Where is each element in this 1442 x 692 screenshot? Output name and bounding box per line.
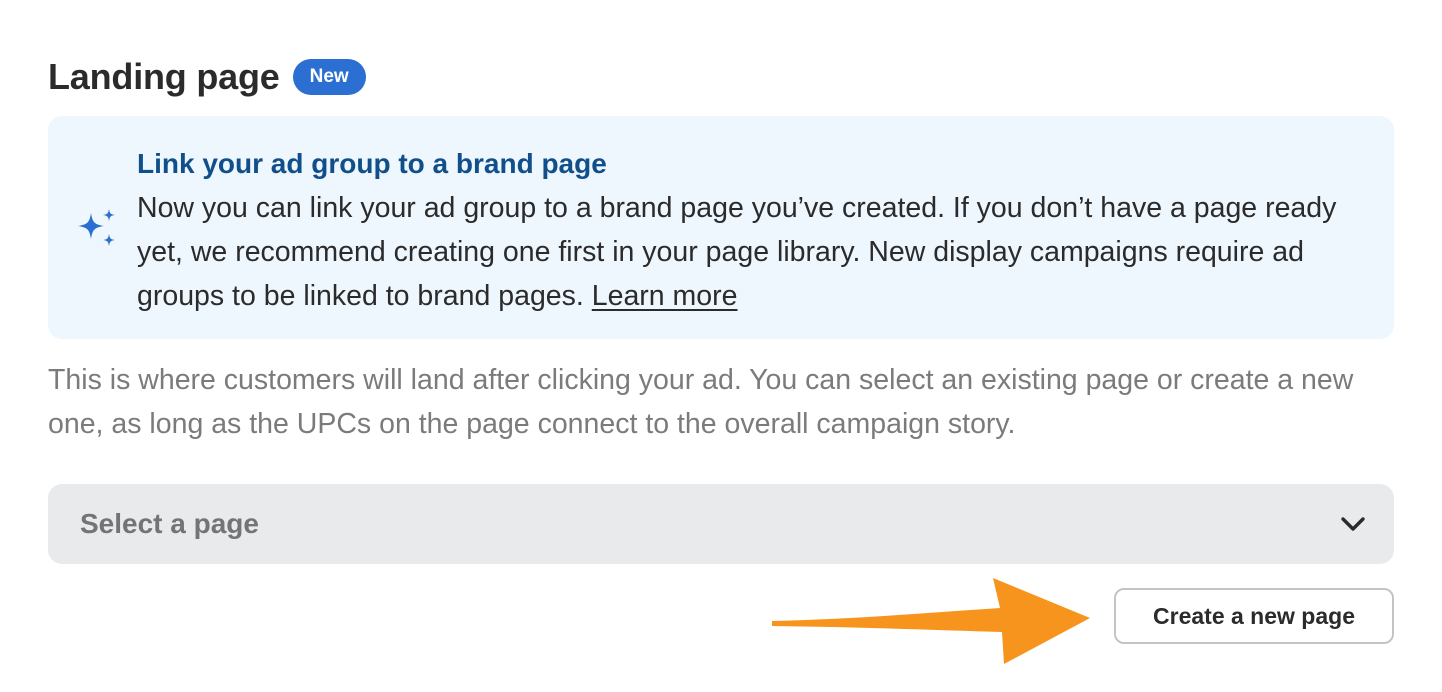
info-content: Link your ad group to a brand page Now y… bbox=[137, 142, 1367, 318]
info-banner: Link your ad group to a brand page Now y… bbox=[48, 116, 1394, 339]
annotation-arrow-icon bbox=[772, 578, 1090, 664]
info-body-container: Now you can link your ad group to a bran… bbox=[137, 186, 1367, 318]
learn-more-link[interactable]: Learn more bbox=[592, 280, 738, 312]
landing-page-description: This is where customers will land after … bbox=[48, 364, 1354, 440]
section-header: Landing page New bbox=[48, 56, 366, 98]
section-title: Landing page bbox=[48, 56, 280, 97]
sparkle-icon bbox=[78, 209, 115, 246]
info-heading: Link your ad group to a brand page bbox=[137, 148, 607, 179]
landing-page-section: Landing page New Link your ad group to a… bbox=[0, 0, 1442, 692]
create-new-page-button[interactable]: Create a new page bbox=[1114, 588, 1394, 644]
page-select-dropdown[interactable]: Select a page bbox=[48, 484, 1394, 564]
new-badge: New bbox=[292, 59, 366, 95]
chevron-down-icon bbox=[1341, 517, 1365, 531]
select-placeholder: Select a page bbox=[80, 508, 259, 539]
